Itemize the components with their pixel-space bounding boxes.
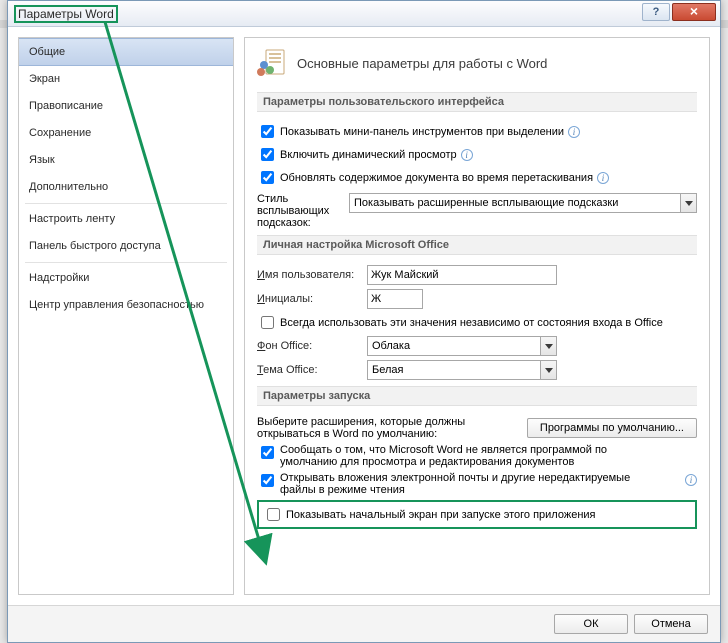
label-initials: Инициалы: [257, 293, 367, 305]
options-dialog: Параметры Word ? × Общие Экран Правописа… [7, 0, 721, 643]
info-icon[interactable]: i [568, 126, 580, 138]
main-heading: Основные параметры для работы с Word [297, 56, 547, 71]
section-ui-title: Параметры пользовательского интерфейса [257, 92, 697, 112]
label-default-extensions: Выберите расширения, которые должны откр… [257, 416, 527, 440]
dropdown-tooltip-style[interactable]: Показывать расширенные всплывающие подск… [349, 193, 697, 213]
sidebar-item-quick-access[interactable]: Панель быстрого доступа [19, 233, 233, 260]
main-panel: Основные параметры для работы с Word Пар… [244, 37, 710, 595]
button-default-programs[interactable]: Программы по умолчанию... [527, 418, 697, 438]
checkbox-update-drag[interactable] [261, 171, 274, 184]
input-username[interactable] [367, 265, 557, 285]
label-start-screen: Показывать начальный экран при запуске э… [286, 509, 596, 521]
label-username: Имя пользователя: [257, 269, 367, 281]
section-personal-title: Личная настройка Microsoft Office [257, 235, 697, 255]
sidebar-separator [25, 203, 227, 204]
info-icon[interactable]: i [685, 474, 697, 486]
label-always-use: Всегда использовать эти значения независ… [280, 317, 663, 329]
checkbox-live-preview[interactable] [261, 148, 274, 161]
sidebar-item-language[interactable]: Язык [19, 147, 233, 174]
checkbox-start-screen[interactable] [267, 508, 280, 521]
sidebar-item-proofing[interactable]: Правописание [19, 93, 233, 120]
input-initials[interactable] [367, 289, 423, 309]
close-button[interactable]: × [672, 3, 716, 21]
cancel-button[interactable]: Отмена [634, 614, 708, 634]
checkbox-default-viewer[interactable] [261, 446, 274, 459]
dropdown-tooltip-value: Показывать расширенные всплывающие подск… [349, 193, 680, 213]
category-sidebar: Общие Экран Правописание Сохранение Язык… [18, 37, 234, 595]
highlighted-option: Показывать начальный экран при запуске э… [257, 500, 697, 529]
dialog-footer: ОК Отмена [8, 605, 720, 642]
checkbox-open-attachments[interactable] [261, 474, 274, 487]
dropdown-bg-value: Облака [367, 336, 540, 356]
chevron-down-icon[interactable] [540, 360, 557, 380]
titlebar[interactable]: Параметры Word ? × [8, 1, 720, 27]
sidebar-item-customize-ribbon[interactable]: Настроить ленту [19, 206, 233, 233]
label-default-viewer: Сообщать о том, что Microsoft Word не яв… [280, 444, 607, 468]
chevron-down-icon[interactable] [540, 336, 557, 356]
label-mini-toolbar: Показывать мини-панель инструментов при … [280, 126, 564, 138]
label-office-theme: Тема Office: [257, 364, 367, 376]
checkbox-always-use[interactable] [261, 316, 274, 329]
dropdown-office-background[interactable]: Облака [367, 336, 557, 356]
info-icon[interactable]: i [597, 172, 609, 184]
sidebar-separator [25, 262, 227, 263]
ok-button[interactable]: ОК [554, 614, 628, 634]
help-button[interactable]: ? [642, 3, 670, 21]
label-office-background: Фон Office: [257, 340, 367, 352]
sidebar-item-trust-center[interactable]: Центр управления безопасностью [19, 292, 233, 319]
label-tooltip-style: Стиль всплывающих подсказок: [257, 193, 349, 229]
general-options-icon [257, 48, 287, 78]
label-update-drag: Обновлять содержимое документа во время … [280, 172, 593, 184]
dropdown-theme-value: Белая [367, 360, 540, 380]
section-startup-title: Параметры запуска [257, 386, 697, 406]
checkbox-mini-toolbar[interactable] [261, 125, 274, 138]
sidebar-item-general[interactable]: Общие [19, 38, 233, 66]
info-icon[interactable]: i [461, 149, 473, 161]
dropdown-office-theme[interactable]: Белая [367, 360, 557, 380]
label-open-attachments: Открывать вложения электронной почты и д… [280, 472, 681, 496]
sidebar-item-addins[interactable]: Надстройки [19, 265, 233, 292]
chevron-down-icon[interactable] [680, 193, 697, 213]
main-header: Основные параметры для работы с Word [257, 48, 697, 78]
label-live-preview: Включить динамический просмотр [280, 149, 457, 161]
sidebar-item-save[interactable]: Сохранение [19, 120, 233, 147]
window-title: Параметры Word [14, 5, 118, 23]
sidebar-item-display[interactable]: Экран [19, 66, 233, 93]
sidebar-item-advanced[interactable]: Дополнительно [19, 174, 233, 201]
